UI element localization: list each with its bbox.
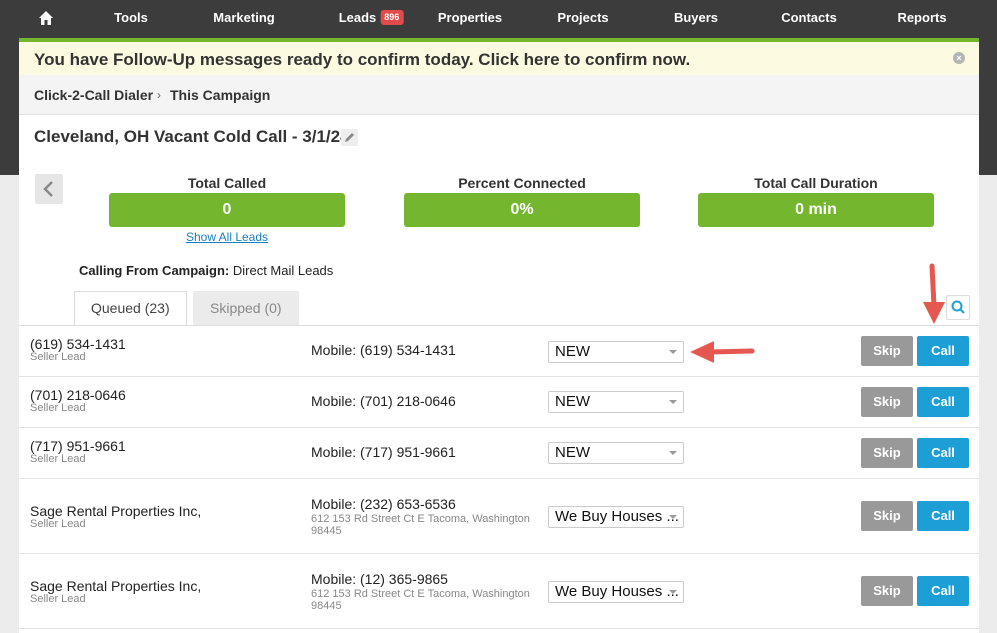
lead-address-zip: 98445 <box>311 525 342 537</box>
nav-marketing[interactable]: Marketing <box>213 0 274 36</box>
lead-status-value: We Buy Houses ... <box>555 508 679 525</box>
nav-projects[interactable]: Projects <box>557 0 608 36</box>
page-title: Cleveland, OH Vacant Cold Call - 3/1/24 <box>34 127 350 146</box>
total-duration-value: 0 min <box>698 193 934 227</box>
lead-row: (701) 218-0646 Seller Lead Mobile: (701)… <box>19 377 979 428</box>
lead-type: Seller Lead <box>30 518 86 530</box>
lead-status-select[interactable]: NEW <box>548 391 684 413</box>
percent-connected-value: 0% <box>404 193 640 227</box>
nav-leads-label: Leads <box>338 10 377 25</box>
nav-properties[interactable]: Properties <box>438 0 502 36</box>
previous-button[interactable] <box>35 174 63 204</box>
lead-type: Seller Lead <box>30 593 86 605</box>
search-button[interactable] <box>946 295 970 320</box>
lead-row: (717) 951-9661 Seller Lead Mobile: (717)… <box>19 428 979 479</box>
nav-tools[interactable]: Tools <box>114 0 148 36</box>
home-icon[interactable] <box>38 10 54 26</box>
breadcrumb-separator: › <box>157 88 161 102</box>
lead-type: Seller Lead <box>30 351 86 363</box>
total-called-value: 0 <box>109 193 345 227</box>
skip-button[interactable]: Skip <box>861 336 913 366</box>
lead-status-value: NEW <box>555 444 590 461</box>
breadcrumb-current: This Campaign <box>170 87 271 103</box>
nav-buyers[interactable]: Buyers <box>674 0 718 36</box>
lead-name[interactable]: Sage Rental Properties Inc, <box>30 503 201 519</box>
chevron-down-icon <box>669 451 677 455</box>
breadcrumb: Click-2-Call Dialer › This Campaign <box>19 75 979 115</box>
lead-phone: Mobile: (12) 365-9865 <box>311 571 448 587</box>
calling-from-campaign: Calling From Campaign: Direct Mail Leads <box>79 263 333 278</box>
lead-phone: Mobile: (619) 534-1431 <box>311 342 456 358</box>
chevron-down-icon <box>669 515 677 519</box>
chevron-left-icon <box>43 181 53 197</box>
lead-address-line: 612 153 Rd Street Ct E Tacoma, Washingto… <box>311 588 530 600</box>
total-called-label: Total Called <box>187 175 267 191</box>
lead-row: Sage Rental Properties Inc, Seller Lead … <box>19 554 979 629</box>
lead-status-value: NEW <box>555 393 590 410</box>
skip-button[interactable]: Skip <box>861 438 913 468</box>
call-button[interactable]: Call <box>917 336 969 366</box>
lead-name[interactable]: (717) 951-9661 <box>30 438 126 454</box>
lead-type: Seller Lead <box>30 402 86 414</box>
calling-from-label: Calling From Campaign: <box>79 263 230 278</box>
edit-title-button[interactable] <box>341 129 358 146</box>
close-icon[interactable]: × <box>953 52 965 64</box>
lead-status-select[interactable]: NEW <box>548 341 684 363</box>
tab-queued[interactable]: Queued (23) <box>74 291 187 326</box>
search-icon <box>951 300 965 314</box>
skip-button[interactable]: Skip <box>861 387 913 417</box>
lead-row: (619) 534-1431 Seller Lead Mobile: (619)… <box>19 326 979 377</box>
skip-button[interactable]: Skip <box>861 576 913 606</box>
lead-status-select[interactable]: NEW <box>548 442 684 464</box>
lead-status-select[interactable]: We Buy Houses ... <box>548 506 684 528</box>
lead-address: 612 153 Rd Street Ct E Tacoma, Washingto… <box>311 513 541 537</box>
lead-address-line: 612 153 Rd Street Ct E Tacoma, Washingto… <box>311 513 530 525</box>
skip-button[interactable]: Skip <box>861 501 913 531</box>
nav-contacts[interactable]: Contacts <box>781 0 837 36</box>
lead-phone: Mobile: (701) 218-0646 <box>311 393 456 409</box>
lead-name[interactable]: (701) 218-0646 <box>30 387 126 403</box>
follow-up-alert[interactable]: You have Follow-Up messages ready to con… <box>19 38 979 75</box>
chevron-down-icon <box>669 350 677 354</box>
lead-status-value: NEW <box>555 343 590 360</box>
total-duration-label: Total Call Duration <box>754 175 878 191</box>
nav-leads[interactable]: Leads 896 <box>339 0 404 36</box>
lead-phone: Mobile: (717) 951-9661 <box>311 444 456 460</box>
alert-message[interactable]: You have Follow-Up messages ready to con… <box>34 50 690 70</box>
breadcrumb-dialer[interactable]: Click-2-Call Dialer <box>34 87 153 103</box>
leads-count-badge: 896 <box>380 10 404 25</box>
lead-name[interactable]: (619) 534-1431 <box>30 336 126 352</box>
lead-row: Sage Rental Properties Inc, Seller Lead … <box>19 479 979 554</box>
calling-from-value: Direct Mail Leads <box>232 263 334 278</box>
percent-connected-label: Percent Connected <box>458 175 586 191</box>
lead-status-value: We Buy Houses ... <box>555 583 679 600</box>
chevron-down-icon <box>669 400 677 404</box>
dialer-panel: You have Follow-Up messages ready to con… <box>19 38 979 633</box>
call-button[interactable]: Call <box>917 501 969 531</box>
lead-phone: Mobile: (232) 653-6536 <box>311 496 456 512</box>
nav-reports[interactable]: Reports <box>897 0 946 36</box>
tab-skipped[interactable]: Skipped (0) <box>193 291 299 326</box>
lead-address-zip: 98445 <box>311 600 342 612</box>
lead-address: 612 153 Rd Street Ct E Tacoma, Washingto… <box>311 588 541 612</box>
pencil-icon <box>345 133 354 142</box>
show-all-leads-link[interactable]: Show All Leads <box>109 230 345 244</box>
chevron-down-icon <box>669 590 677 594</box>
call-button[interactable]: Call <box>917 438 969 468</box>
lead-type: Seller Lead <box>30 453 86 465</box>
main-nav-bar: Tools Marketing Leads 896 Properties Proj… <box>0 0 997 36</box>
lead-status-select[interactable]: We Buy Houses ... <box>548 581 684 603</box>
lead-name[interactable]: Sage Rental Properties Inc, <box>30 578 201 594</box>
call-button[interactable]: Call <box>917 576 969 606</box>
call-button[interactable]: Call <box>917 387 969 417</box>
